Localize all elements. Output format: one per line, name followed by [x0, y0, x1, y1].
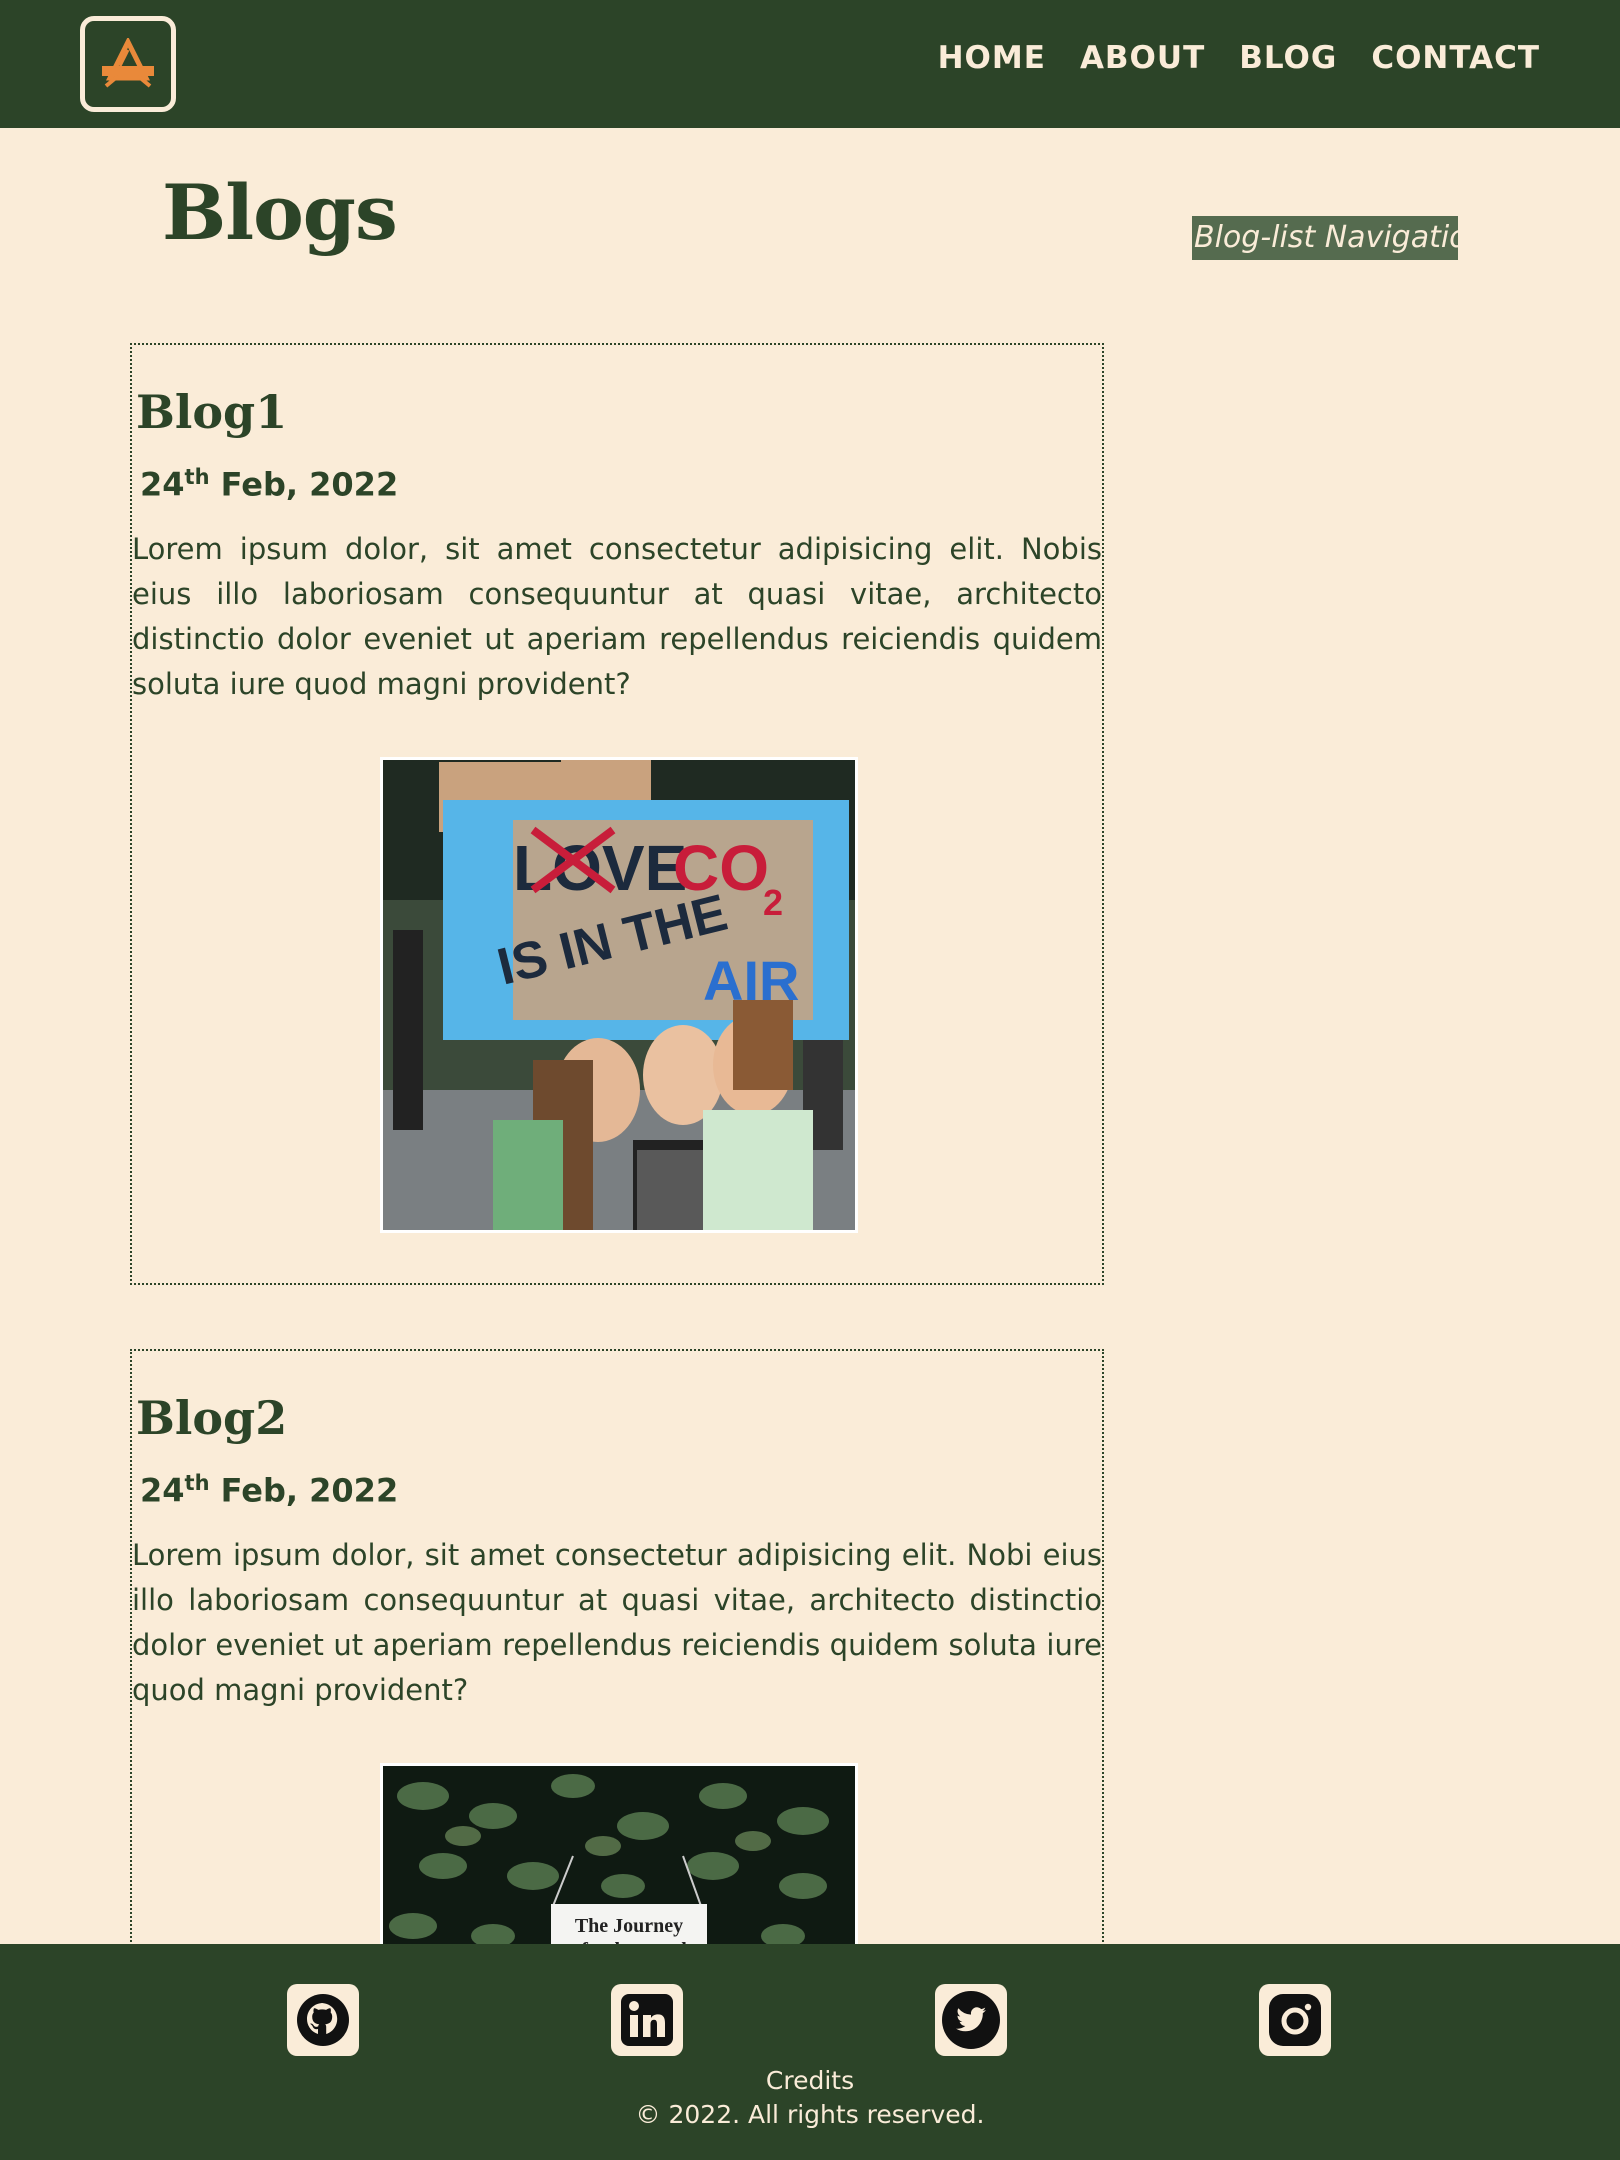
sign-text-journey: The Journey [575, 1915, 683, 1937]
date-suffix: th [184, 1471, 210, 1495]
blog-list-navigation[interactable]: Blog-list Navigation [1192, 216, 1458, 260]
footer-credits-link[interactable]: Credits [0, 2066, 1620, 2095]
blog-date: 24th Feb, 2022 [140, 1471, 398, 1510]
site-logo[interactable] [80, 16, 176, 112]
main-nav: HOME ABOUT BLOG CONTACT [938, 40, 1540, 76]
sign-text-sub: 2 [763, 882, 783, 923]
date-rest: Feb, 2022 [220, 1471, 399, 1510]
blog-image-climate-protest[interactable]: LOVE CO 2 IS IN THE AIR [380, 757, 858, 1233]
github-icon [297, 1994, 349, 2046]
blog-title[interactable]: Blog1 [136, 385, 287, 439]
blog-card: Blog2 24th Feb, 2022 Lorem ipsum dolor, … [130, 1349, 1104, 2160]
nav-contact-link[interactable]: CONTACT [1371, 40, 1540, 76]
date-suffix: th [184, 465, 210, 489]
construction-logo-icon [102, 38, 154, 88]
top-navbar: HOME ABOUT BLOG CONTACT [0, 0, 1620, 128]
blog-card: Blog1 24th Feb, 2022 Lorem ipsum dolor, … [130, 343, 1104, 1285]
date-rest: Feb, 2022 [220, 465, 399, 504]
blog-excerpt: Lorem ipsum dolor, sit amet consectetur … [132, 1538, 1102, 1707]
linkedin-icon [621, 1994, 673, 2046]
nav-home-link[interactable]: HOME [938, 40, 1046, 76]
protest-photo: LOVE CO 2 IS IN THE AIR [383, 760, 855, 1230]
linkedin-link[interactable] [611, 1984, 683, 2056]
instagram-link[interactable] [1259, 1984, 1331, 2056]
footer-copyright: © 2022. All rights reserved. [635, 2100, 985, 2129]
twitter-link[interactable] [935, 1984, 1007, 2056]
blog-date: 24th Feb, 2022 [140, 465, 398, 504]
instagram-icon [1269, 1994, 1321, 2046]
nav-about-link[interactable]: ABOUT [1080, 40, 1205, 76]
footer: Credits © 2022. All rights reserved. [0, 1944, 1620, 2160]
page-title: Blogs [162, 168, 398, 257]
blog-title[interactable]: Blog2 [136, 1391, 287, 1445]
blog-excerpt: Lorem ipsum dolor, sit amet consectetur … [132, 532, 1102, 701]
date-day: 24 [140, 1471, 185, 1510]
date-day: 24 [140, 465, 185, 504]
twitter-icon [942, 1991, 1000, 2049]
nav-blog-link[interactable]: BLOG [1239, 40, 1337, 76]
github-link[interactable] [287, 1984, 359, 2056]
